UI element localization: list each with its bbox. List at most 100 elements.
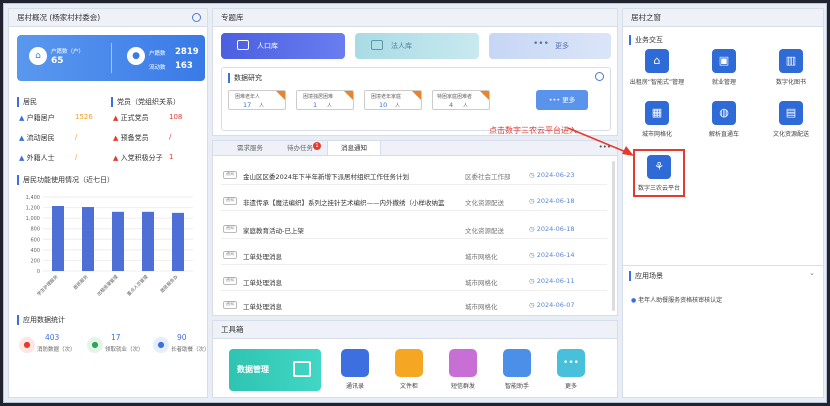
news-date: ◷ 2024-06-23 — [529, 171, 575, 179]
legal-db-button[interactable]: 法人库 — [355, 33, 479, 59]
grid-icon[interactable]: ▦ — [645, 101, 669, 125]
more-icon[interactable]: ••• — [557, 349, 585, 377]
panel-title: 工具箱 — [221, 325, 244, 334]
assistant-icon[interactable] — [503, 349, 531, 377]
news-date-text: 2024-06-18 — [536, 225, 575, 233]
app-stats-heading: 应用数据统计 — [17, 315, 65, 325]
y-tick-label: 400 — [30, 248, 40, 254]
stat-box-label: 困境独居困难 — [303, 94, 334, 100]
resident-value: / — [75, 133, 78, 141]
person-icon: ● — [127, 47, 145, 65]
rental-icon[interactable]: ⌂ — [645, 49, 669, 73]
stat-label: 领取就业（次） — [105, 347, 144, 353]
news-row[interactable]: 通知 金山区区委2024年下半年新增下派居村组织工作任务计划 区委社会工作部 ◷ 20… — [221, 165, 607, 185]
user-icon: ● — [631, 297, 637, 304]
news-date-text: 2024-06-11 — [536, 277, 575, 285]
news-title: 非遗传承【魔法编织】系列之挂针艺术编织——内外撒绣（小样收纳篮 — [243, 199, 445, 207]
x-tick-label: 出租房屋管理 — [95, 273, 119, 297]
card-divider — [111, 43, 112, 73]
news-source: 文化资源配送 — [465, 199, 504, 207]
employment-icon[interactable]: ▣ — [712, 49, 736, 73]
party-value: 108 — [169, 113, 183, 121]
news-date: ◷ 2024-06-14 — [529, 251, 575, 259]
news-tag: 通知 — [223, 171, 237, 179]
tab-needs[interactable]: 需求服务 — [231, 141, 269, 155]
scene-item[interactable]: ● 老年人助餐服务资格核审核认定 — [631, 295, 722, 304]
data-management-banner[interactable]: 数据管理 — [229, 349, 321, 391]
news-row[interactable]: 通知 工单处理消息 城市网格化 ◷ 2024-06-07 — [221, 295, 607, 315]
news-title: 工单处理消息 — [243, 253, 282, 261]
y-tick-label: 600 — [30, 237, 40, 243]
news-title: 家庭教育活动-已上架 — [243, 227, 304, 235]
rental-label: 出租房“智能式”管理 — [629, 79, 685, 86]
scrollbar[interactable] — [612, 161, 615, 311]
stat-box-unit: 人 — [395, 103, 401, 109]
more-label: 更多 — [564, 383, 577, 390]
bar — [172, 212, 184, 271]
corner-ribbon — [412, 91, 421, 100]
stat-box[interactable]: 特困家庭困难者 4 人 — [432, 90, 490, 110]
stats-more-label: 更多 — [562, 96, 576, 104]
tab-messages[interactable]: 消息通知 — [327, 141, 381, 155]
table-icon — [293, 361, 311, 377]
file-cabinet-icon[interactable] — [395, 349, 423, 377]
chevron-down-icon[interactable]: ⌄ — [809, 269, 815, 277]
y-tick-label: 1,400 — [26, 195, 40, 201]
news-date-text: 2024-06-07 — [536, 301, 575, 309]
stat-box-unit: 人 — [259, 103, 265, 109]
user-icon: ▲ — [19, 154, 25, 162]
population-db-button[interactable]: 人口库 — [221, 33, 345, 59]
fire-icon: ● — [19, 337, 35, 353]
news-date-text: 2024-06-14 — [536, 251, 575, 259]
todo-badge: 1 — [313, 142, 321, 150]
stat-box-label: 困境老年家庭 — [371, 94, 402, 100]
news-title: 金山区区委2024年下半年新增下派居村组织工作任务计划 — [243, 173, 410, 181]
topic-panel: 专题库 人口库 法人库 ••• 更多 数据研究 困难老年人 17 人 困境独居困… — [212, 8, 618, 136]
news-row[interactable]: 通知 非遗传承【魔法编织】系列之挂针艺术编织——内外撒绣（小样收纳篮 文化资源配送 ◷… — [221, 191, 607, 211]
news-source: 文化资源配送 — [465, 227, 504, 235]
village-overview-panel: 居村概况 (杨家村村委会) ⌂ 户籍数（户） 65 ● 户籍数 2819 流动数… — [8, 8, 210, 398]
contacts-icon[interactable] — [341, 349, 369, 377]
stat-box-value: 1 — [313, 101, 318, 109]
stat-box[interactable]: 困难老年人 17 人 — [228, 90, 286, 110]
gear-icon[interactable] — [192, 13, 201, 22]
gear-icon[interactable] — [595, 72, 604, 81]
news-source: 城市网格化 — [465, 303, 498, 311]
news-row[interactable]: 通知 工单处理消息 城市网格化 ◷ 2024-06-14 — [221, 245, 607, 265]
news-tag: 通知 — [223, 301, 237, 309]
bar — [52, 205, 64, 271]
stat-value: 90 — [177, 333, 187, 342]
news-row[interactable]: 通知 工单处理消息 城市网格化 ◷ 2024-06-11 — [221, 271, 607, 291]
news-title: 工单处理消息 — [243, 279, 282, 287]
more-db-button[interactable]: ••• 更多 — [489, 33, 611, 59]
scene-heading: 应用场景 — [629, 271, 663, 281]
data-study-heading: 数据研究 — [228, 73, 262, 83]
news-row[interactable]: 通知 家庭教育活动-已上架 文化资源配送 ◷ 2024-06-18 — [221, 219, 607, 239]
panel-title: 专题库 — [221, 13, 244, 22]
analysis-icon[interactable]: ◍ — [712, 101, 736, 125]
news-title: 工单处理消息 — [243, 303, 282, 311]
y-tick-label: 0 — [37, 269, 40, 275]
stat-box-unit: 人 — [327, 103, 333, 109]
stat-box[interactable]: 困境独居困难 1 人 — [296, 90, 354, 110]
sms-label: 短信群发 — [450, 383, 475, 390]
app-frame: 居村概况 (杨家村村委会) ⌂ 户籍数（户） 65 ● 户籍数 2819 流动数… — [3, 3, 827, 403]
digital-agriculture-icon[interactable]: ⚘ — [647, 155, 671, 179]
resident-row: ▲ 户籍居户 1526 — [19, 113, 109, 123]
party-label: 预备党员 — [120, 134, 149, 142]
news-date: ◷ 2024-06-11 — [529, 277, 575, 285]
resident-label: 流动居民 — [26, 134, 55, 142]
bar — [142, 211, 154, 271]
x-tick-label: 重点人员管理 — [125, 273, 149, 297]
bar — [82, 207, 94, 271]
party-icon: ▲ — [113, 134, 119, 142]
culture-icon[interactable]: ▤ — [779, 101, 803, 125]
stat-box[interactable]: 困境老年家庭 10 人 — [364, 90, 422, 110]
stats-more-button[interactable]: ••• 更多 — [536, 90, 588, 110]
user-icon: ▲ — [19, 134, 25, 142]
resident-label: 外籍人士 — [26, 154, 55, 162]
sms-icon[interactable] — [449, 349, 477, 377]
household-label: 户籍数（户） — [51, 49, 85, 55]
y-tick-label: 1,200 — [26, 206, 40, 212]
books-icon[interactable]: ▥ — [779, 49, 803, 73]
